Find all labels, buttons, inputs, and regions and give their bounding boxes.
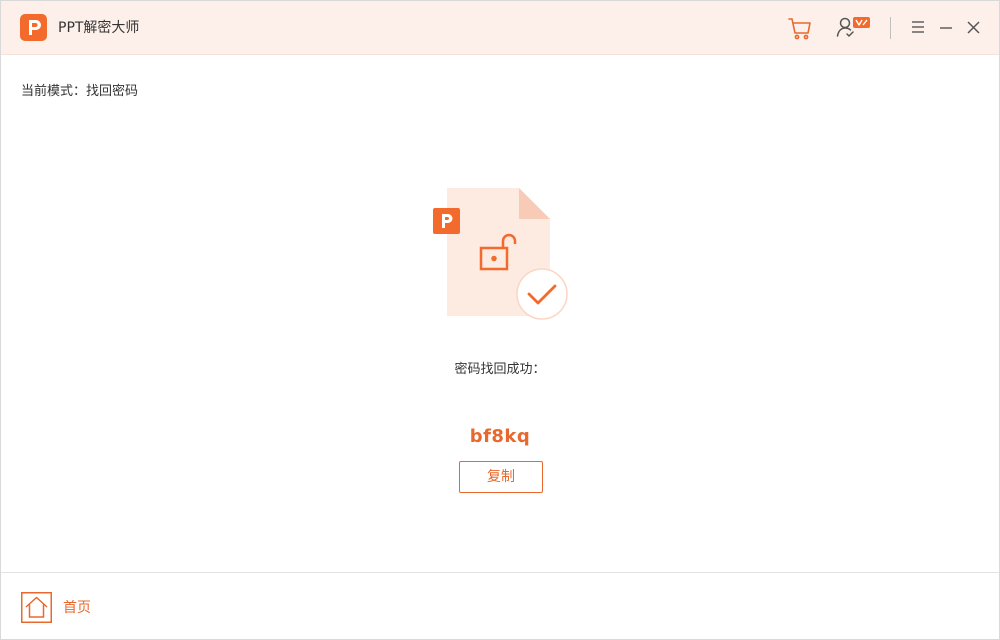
home-icon[interactable] <box>21 592 52 623</box>
titlebar-divider <box>890 17 891 39</box>
current-mode-label: 当前模式：找回密码 <box>21 84 139 99</box>
title-bar: PPT解密大师 <box>1 1 999 55</box>
recovered-password: bf8kq <box>469 426 531 447</box>
check-circle-icon <box>516 268 568 320</box>
user-vip-icon[interactable] <box>835 14 875 42</box>
ppt-logo-icon <box>20 14 47 41</box>
minimize-icon[interactable] <box>933 13 961 41</box>
result-illustration <box>421 181 581 326</box>
home-label: 首页 <box>63 600 91 616</box>
copy-button[interactable]: 复制 <box>459 461 543 493</box>
close-icon[interactable] <box>960 13 988 41</box>
success-message: 密码找回成功： <box>454 362 546 377</box>
menu-icon[interactable] <box>905 13 933 41</box>
app-window: PPT解密大师 当前模式：找回密码 密码找回成功： bf8kq 复制 首页 <box>0 0 1000 640</box>
home-button[interactable]: 首页 <box>21 592 141 624</box>
app-title: PPT解密大师 <box>58 20 140 36</box>
footer-bar: 首页 <box>1 572 999 639</box>
cart-icon[interactable] <box>786 14 814 42</box>
